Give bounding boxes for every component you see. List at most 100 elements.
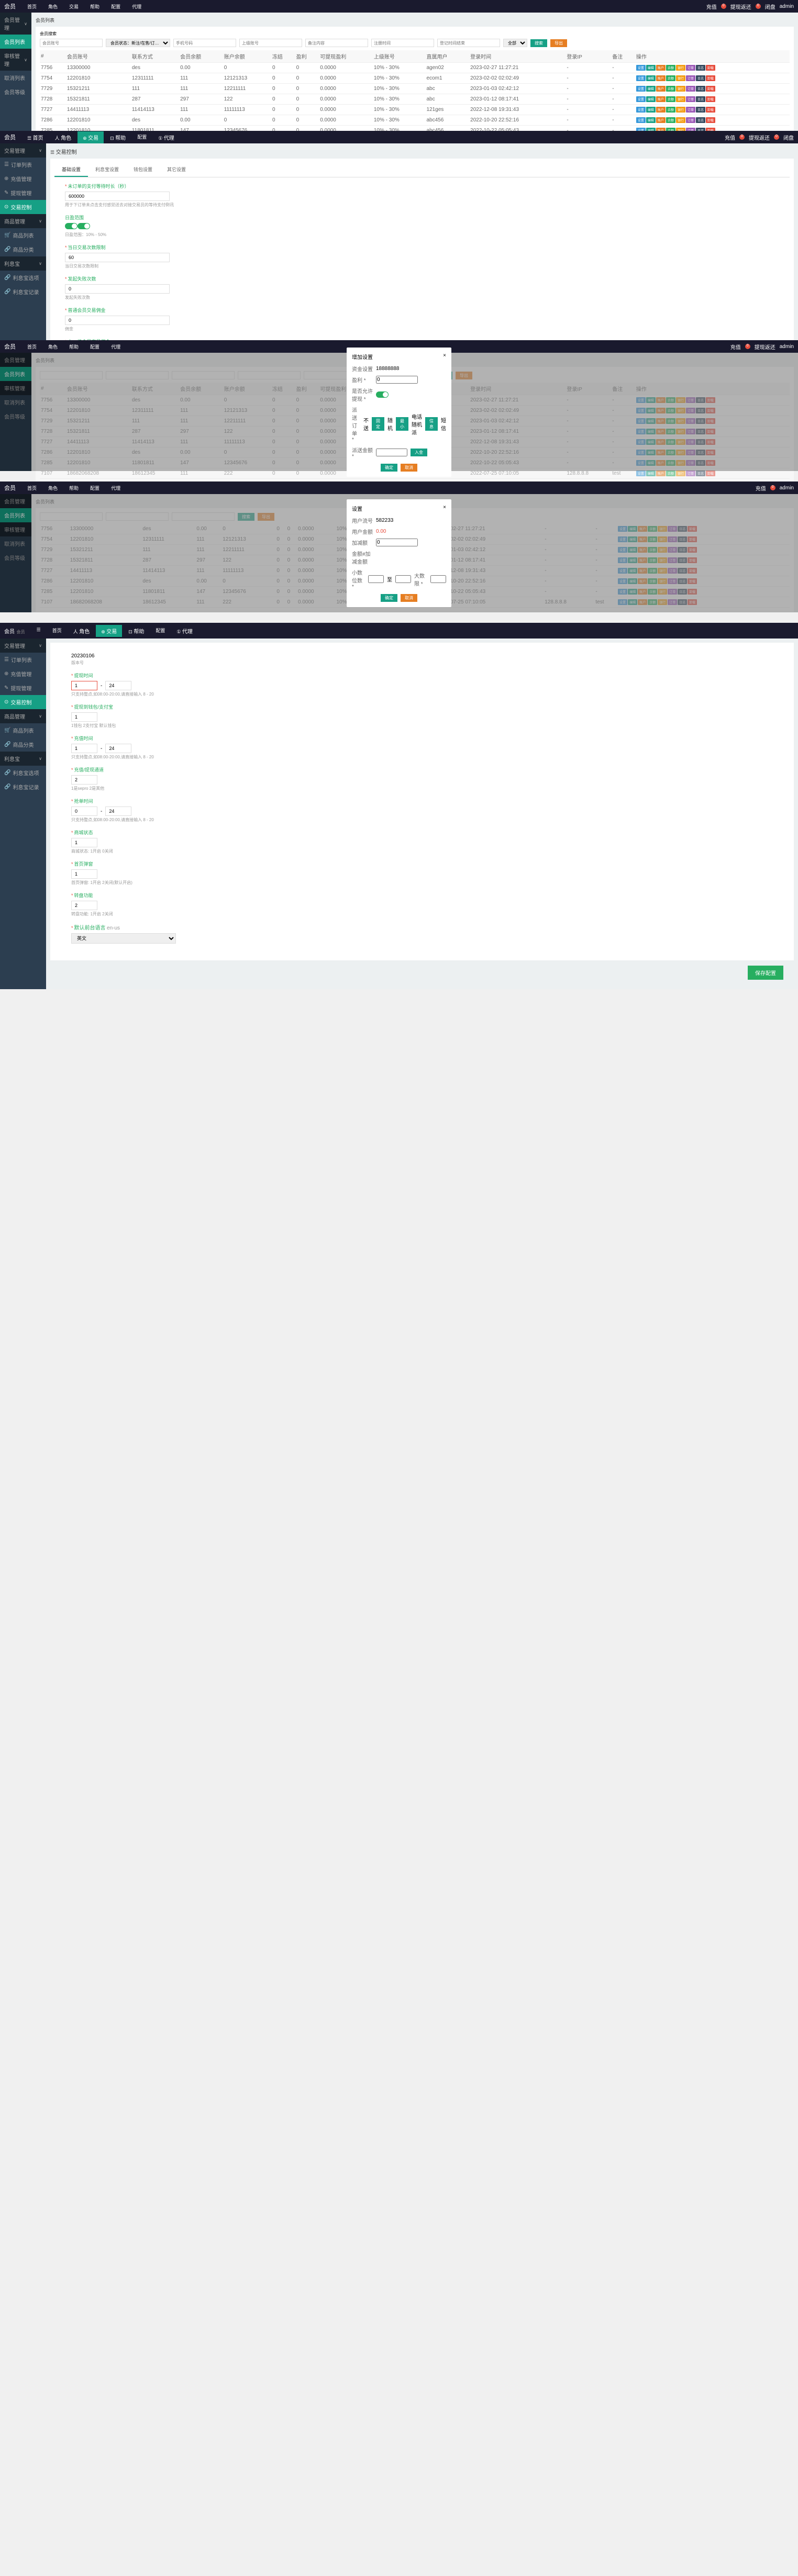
- daily-profit-toggle2[interactable]: [77, 223, 90, 229]
- top-closed[interactable]: 闭盘: [783, 133, 794, 141]
- act-bank[interactable]: 银行: [676, 86, 685, 92]
- search-status[interactable]: 会员状态：新注/在售/订…: [106, 39, 170, 47]
- act-edit[interactable]: 编辑: [646, 75, 656, 81]
- sidebar-recharge-mgmt[interactable]: ⊕ 充值管理: [0, 667, 46, 681]
- sidebar-lixibao-opt[interactable]: 🔗 利息宝选项: [0, 766, 46, 780]
- sidebar-order-list[interactable]: ☰ 订单列表: [0, 158, 46, 172]
- nav-config[interactable]: 配置: [106, 1, 126, 12]
- withdraw-wallet-input[interactable]: [71, 712, 97, 722]
- act-account[interactable]: 账户: [656, 75, 666, 81]
- sidebar-product-cat[interactable]: 🔗 商品分类: [0, 242, 46, 256]
- order-amt-input[interactable]: [376, 539, 418, 546]
- nav-role[interactable]: 人 角色: [68, 625, 95, 637]
- modal-close[interactable]: ×: [443, 353, 446, 361]
- act-log[interactable]: 日志: [696, 117, 705, 123]
- act-delete[interactable]: 卸载: [706, 86, 715, 92]
- tab-other[interactable]: 其它设置: [160, 163, 193, 177]
- act-account[interactable]: 账户: [656, 117, 666, 123]
- top-recharge[interactable]: 充值: [706, 3, 717, 10]
- sidebar-lixibao[interactable]: 利息宝∨: [0, 752, 46, 766]
- sidebar-member-list[interactable]: 会员列表: [0, 35, 31, 49]
- recharge-to-input[interactable]: [105, 744, 131, 753]
- sidebar-withdraw-mgmt[interactable]: ✎ 提现管理: [0, 681, 46, 695]
- modal2-close[interactable]: ×: [443, 505, 446, 512]
- act-order[interactable]: 订单: [686, 65, 695, 71]
- top-recharge[interactable]: 充值: [725, 133, 735, 141]
- nav-role[interactable]: 角色: [43, 1, 63, 12]
- sidebar-product-mgmt[interactable]: 商品管理∨: [0, 709, 46, 723]
- act-order[interactable]: 订单: [686, 75, 695, 81]
- daily-limit-input[interactable]: [65, 253, 170, 262]
- modal2-cancel[interactable]: 取消: [401, 594, 417, 602]
- sidebar-lixibao[interactable]: 利息宝∨: [0, 256, 46, 271]
- act-delete[interactable]: 卸载: [706, 96, 715, 102]
- sidebar-lixibao-opt[interactable]: 🔗 利息宝选项: [0, 271, 46, 285]
- sidebar-product-mgmt[interactable]: 商品管理∨: [0, 214, 46, 228]
- nav-agent[interactable]: 代理: [127, 1, 147, 12]
- opt-sms[interactable]: 短信: [441, 416, 446, 432]
- profit-input[interactable]: [376, 376, 418, 384]
- grab-from-input[interactable]: [71, 807, 97, 816]
- act-setup[interactable]: 设置: [636, 471, 646, 476]
- nav-trade[interactable]: ⊕ 交易: [77, 131, 104, 143]
- nav-home[interactable]: 首页: [22, 341, 42, 352]
- act-order[interactable]: 订单: [686, 471, 695, 476]
- opt-phone[interactable]: 电话随机派: [412, 412, 422, 436]
- search-remark[interactable]: [305, 39, 368, 47]
- send-amt-input[interactable]: [376, 449, 407, 456]
- modal2-ok[interactable]: 确定: [381, 594, 397, 602]
- act-log[interactable]: 日志: [696, 75, 705, 81]
- nav-help[interactable]: ⊡ 帮助: [123, 625, 149, 637]
- search-agent[interactable]: [239, 39, 302, 47]
- tab-lixibao[interactable]: 利息宝设置: [88, 163, 126, 177]
- act-delete[interactable]: 卸载: [706, 75, 715, 81]
- search-date-start[interactable]: [371, 39, 434, 47]
- act-bank[interactable]: 银行: [676, 117, 685, 123]
- grab-to-input[interactable]: [105, 807, 131, 816]
- sidebar-review-mgmt[interactable]: 审核管理∨: [0, 49, 31, 71]
- nav-home[interactable]: 首页: [47, 625, 67, 637]
- act-order[interactable]: 订单: [686, 107, 695, 113]
- small-input2[interactable]: [395, 575, 411, 583]
- search-acct[interactable]: [40, 39, 103, 47]
- act-bank[interactable]: 银行: [676, 75, 685, 81]
- act-balance[interactable]: 余额: [666, 86, 675, 92]
- opt-fixed[interactable]: 固定: [372, 417, 384, 431]
- act-order[interactable]: 订单: [686, 96, 695, 102]
- act-log[interactable]: 日志: [696, 65, 705, 71]
- popup-input[interactable]: [71, 869, 97, 879]
- nav-home[interactable]: ☰ 首页: [22, 131, 49, 143]
- act-account[interactable]: 账户: [656, 86, 666, 92]
- opt-random[interactable]: 随机: [387, 416, 393, 432]
- search-date-end[interactable]: [437, 39, 500, 47]
- sidebar-trade-ctrl[interactable]: ⊙ 交易控制: [0, 695, 46, 709]
- top-admin[interactable]: admin: [780, 4, 794, 9]
- search-phone[interactable]: [173, 39, 236, 47]
- act-setup[interactable]: 设置: [636, 86, 646, 92]
- act-account[interactable]: 账户: [656, 65, 666, 71]
- nav-help[interactable]: ⊡ 帮助: [105, 131, 131, 143]
- act-balance[interactable]: 余额: [666, 96, 675, 102]
- nav-trade[interactable]: 交易: [64, 1, 84, 12]
- tab-basic[interactable]: 基础设置: [54, 163, 88, 177]
- act-log[interactable]: 日志: [696, 86, 705, 92]
- save-config-btn[interactable]: 保存配置: [748, 966, 783, 980]
- act-log[interactable]: 日志: [696, 107, 705, 113]
- nav-home[interactable]: 首页: [22, 1, 42, 12]
- daily-profit-toggle[interactable]: [65, 223, 77, 229]
- sidebar-member-mgmt[interactable]: 会员管理∨: [0, 13, 31, 35]
- act-bank[interactable]: 银行: [676, 96, 685, 102]
- modal-ok[interactable]: 确定: [381, 464, 397, 472]
- withdraw-to-input[interactable]: [105, 681, 131, 690]
- nav-agent[interactable]: ① 代理: [171, 625, 198, 637]
- act-edit[interactable]: 编辑: [646, 96, 656, 102]
- act-order[interactable]: 订单: [686, 86, 695, 92]
- act-log[interactable]: 日志: [696, 96, 705, 102]
- act-balance[interactable]: 余额: [666, 471, 675, 476]
- opt-none[interactable]: 不送: [363, 416, 369, 432]
- send-count-input[interactable]: [65, 284, 170, 294]
- spin-input[interactable]: [71, 901, 97, 910]
- opt-info[interactable]: 信息: [425, 417, 438, 431]
- large-input[interactable]: [430, 575, 446, 583]
- direct-fee-input[interactable]: [65, 316, 170, 325]
